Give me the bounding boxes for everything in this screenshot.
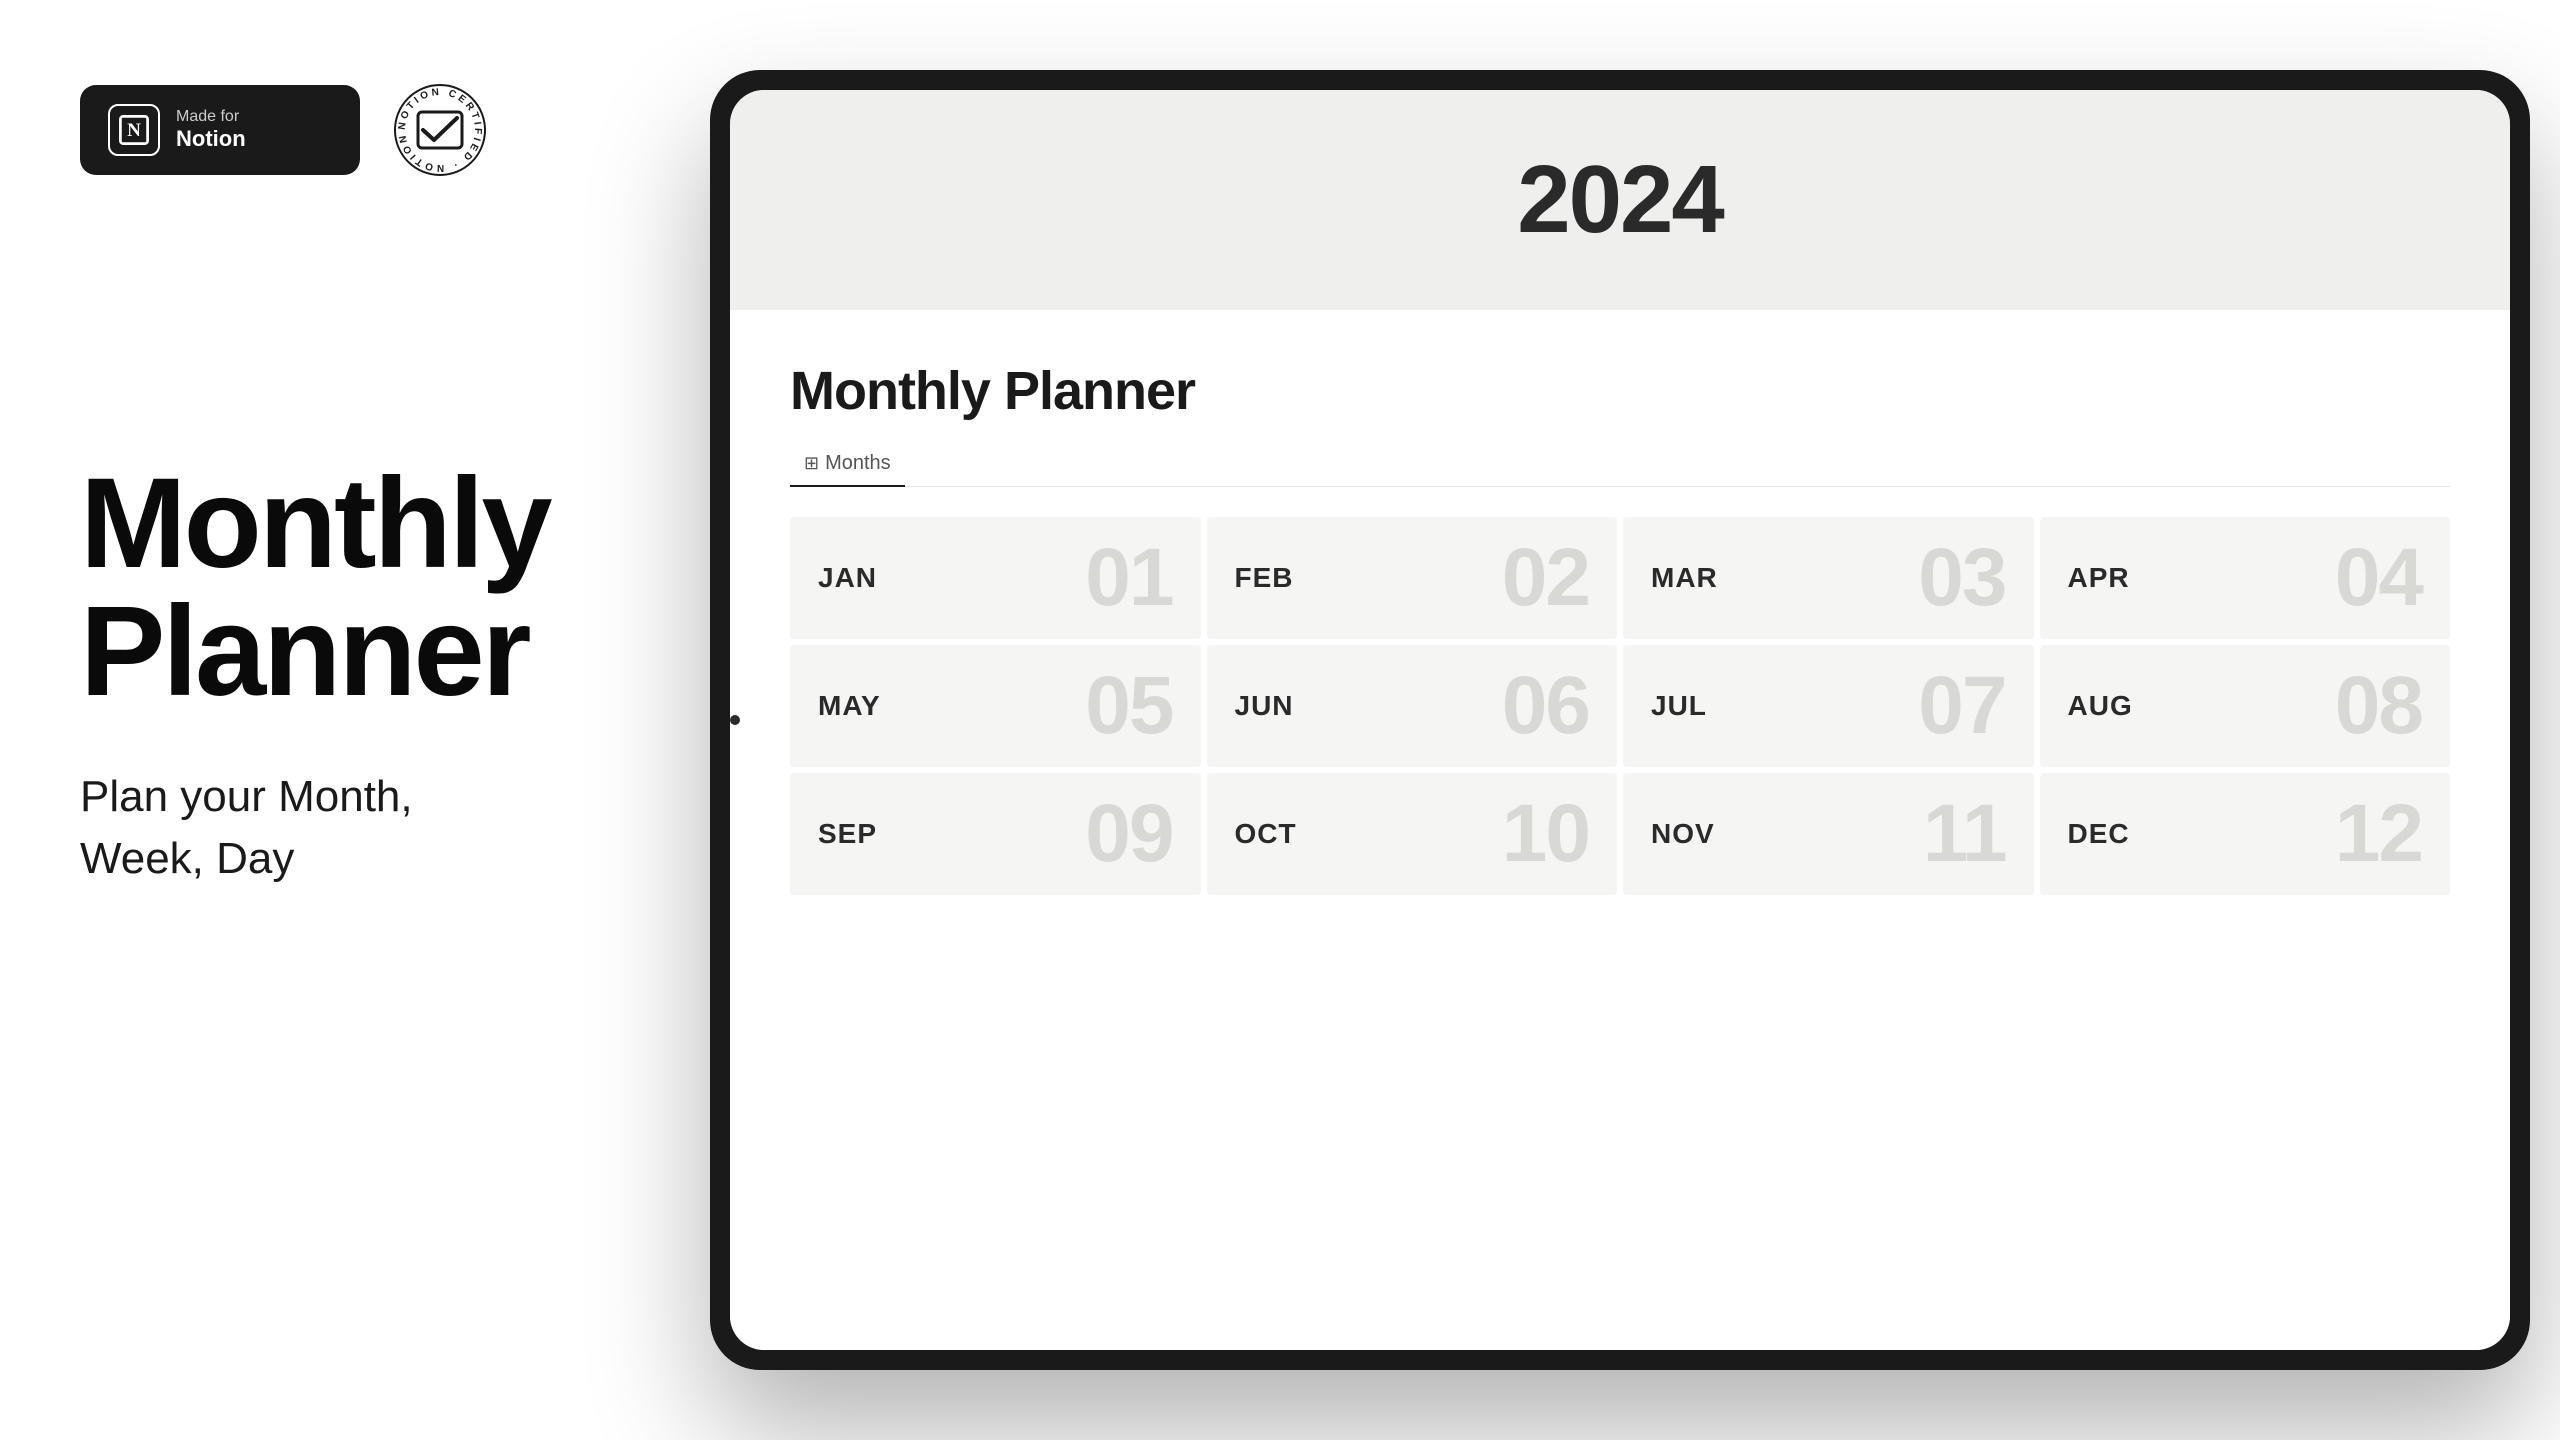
subtitle: Plan your Month,Week, Day <box>80 766 580 889</box>
month-abbr: NOV <box>1651 818 1715 850</box>
month-number: 12 <box>2335 793 2422 875</box>
month-card[interactable]: OCT 10 <box>1207 773 1618 895</box>
month-card[interactable]: APR 04 <box>2040 517 2451 639</box>
month-card[interactable]: JAN 01 <box>790 517 1201 639</box>
tablet-frame: 2024 Monthly Planner ⊞ Months JAN 01 FEB <box>710 70 2530 1370</box>
month-abbr: AUG <box>2068 690 2133 722</box>
month-card[interactable]: AUG 08 <box>2040 645 2451 767</box>
month-number: 05 <box>1085 665 1172 747</box>
svg-text:NOTION CERTIFIED · NOTION CERT: NOTION CERTIFIED · NOTION CERTIFIED · <box>390 80 483 173</box>
month-card[interactable]: NOV 11 <box>1623 773 2034 895</box>
month-number: 06 <box>1502 665 1589 747</box>
month-number: 07 <box>1918 665 2005 747</box>
month-card[interactable]: JUL 07 <box>1623 645 2034 767</box>
month-card[interactable]: MAY 05 <box>790 645 1201 767</box>
month-number: 11 <box>1923 793 2006 875</box>
year-title: 2024 <box>1517 145 1723 255</box>
month-abbr: MAY <box>818 690 881 722</box>
month-abbr: OCT <box>1235 818 1297 850</box>
month-abbr: JUN <box>1235 690 1294 722</box>
right-panel: 2024 Monthly Planner ⊞ Months JAN 01 FEB <box>650 0 2560 1440</box>
months-grid: JAN 01 FEB 02 MAR 03 APR 04 MAY 05 JUN 0… <box>790 517 2450 895</box>
svg-text:N: N <box>127 120 141 141</box>
main-title: Monthly Planner <box>80 460 580 716</box>
month-card[interactable]: JUN 06 <box>1207 645 1618 767</box>
page-title: Monthly Planner <box>790 360 1195 422</box>
month-card[interactable]: SEP 09 <box>790 773 1201 895</box>
months-tab-label: Months <box>825 452 891 475</box>
month-number: 03 <box>1918 537 2005 619</box>
month-abbr: JAN <box>818 562 877 594</box>
month-abbr: MAR <box>1651 562 1718 594</box>
month-abbr: DEC <box>2068 818 2130 850</box>
months-tab[interactable]: ⊞ Months <box>790 446 905 487</box>
month-abbr: JUL <box>1651 690 1707 722</box>
month-abbr: APR <box>2068 562 2130 594</box>
screen-content: Monthly Planner ⊞ Months JAN 01 FEB 02 M… <box>730 310 2510 1350</box>
month-number: 04 <box>2335 537 2422 619</box>
made-for-label: Made for <box>176 107 246 126</box>
month-abbr: SEP <box>818 818 877 850</box>
month-number: 10 <box>1502 793 1589 875</box>
month-card[interactable]: MAR 03 <box>1623 517 2034 639</box>
tablet-camera <box>730 715 740 725</box>
left-panel: N Made for Notion NOTION CERTIFIED · NOT… <box>0 0 650 1440</box>
certified-stamp: NOTION CERTIFIED · NOTION CERTIFIED · <box>390 80 490 180</box>
month-card[interactable]: FEB 02 <box>1207 517 1618 639</box>
month-number: 02 <box>1502 537 1589 619</box>
made-for-notion-text: Made for Notion <box>176 107 246 153</box>
tablet-screen: 2024 Monthly Planner ⊞ Months JAN 01 FEB <box>730 90 2510 1350</box>
month-card[interactable]: DEC 12 <box>2040 773 2451 895</box>
made-for-notion-badge: N Made for Notion <box>80 85 360 175</box>
grid-icon: ⊞ <box>804 453 819 474</box>
screen-top-bar: 2024 <box>730 90 2510 310</box>
page-title-row: Monthly Planner <box>790 360 2450 422</box>
month-number: 01 <box>1085 537 1172 619</box>
notion-icon: N <box>108 104 160 156</box>
month-number: 08 <box>2335 665 2422 747</box>
view-tabs: ⊞ Months <box>790 446 2450 487</box>
month-number: 09 <box>1085 793 1172 875</box>
month-abbr: FEB <box>1235 562 1294 594</box>
notion-label: Notion <box>176 126 246 152</box>
badges-row: N Made for Notion NOTION CERTIFIED · NOT… <box>80 80 580 180</box>
